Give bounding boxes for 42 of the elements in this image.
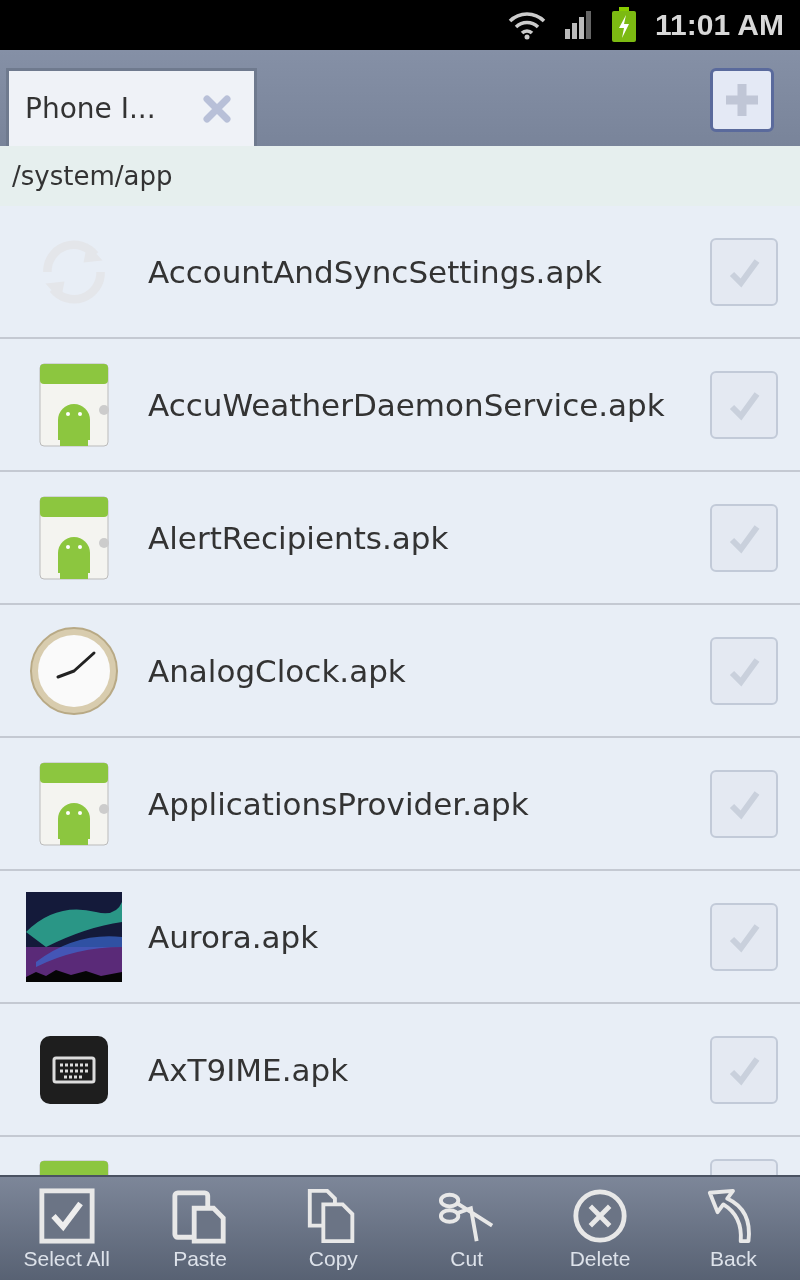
checkbox[interactable] (710, 503, 778, 572)
checkbox[interactable] (710, 636, 778, 705)
android-app-icon (38, 760, 110, 847)
checkbox[interactable] (710, 370, 778, 439)
clock-icon (28, 624, 120, 717)
file-name: AccuWeatherDaemonService.apk (148, 386, 666, 423)
checkbox-icon (37, 1187, 96, 1245)
android-app-icon (38, 494, 110, 581)
toolbar-button[interactable]: Cut (400, 1177, 534, 1280)
toolbar-button[interactable]: Copy (266, 1177, 400, 1280)
signal-icon (565, 11, 594, 39)
toolbar-button[interactable]: Select All (0, 1177, 134, 1280)
keyboard-icon (38, 1033, 110, 1106)
file-name: AnalogClock.apk (148, 652, 407, 689)
file-row[interactable]: ApplicationsProvider.apk (0, 738, 800, 871)
file-name: AlertRecipients.apk (148, 519, 450, 556)
close-icon[interactable] (202, 93, 232, 124)
file-row[interactable]: AccountAndSyncSettings.apk (0, 206, 800, 339)
android-app-icon (38, 361, 110, 448)
toolbar-button[interactable]: Paste (133, 1177, 267, 1280)
file-name: Aurora.apk (148, 918, 320, 955)
file-row[interactable]: AxT9IME.apk (0, 1004, 800, 1137)
file-row[interactable]: AlertRecipients.apk (0, 472, 800, 605)
file-name: AccountAndSyncSettings.apk (148, 253, 604, 290)
file-row[interactable]: AnalogClock.apk (0, 605, 800, 738)
file-name: AxT9IME.apk (148, 1051, 350, 1088)
wifi-icon (507, 10, 548, 40)
checkbox[interactable] (710, 237, 778, 306)
file-row[interactable]: Aurora.apk (0, 871, 800, 1004)
checkbox[interactable] (710, 1035, 778, 1104)
paste-icon (171, 1187, 229, 1245)
folder-path: /system/app (12, 161, 173, 191)
checkbox[interactable] (710, 902, 778, 971)
toolbar-button[interactable]: Back (666, 1177, 800, 1280)
toolbar-button[interactable]: Delete (533, 1177, 667, 1280)
file-row[interactable]: AccuWeatherDaemonService.apk (0, 339, 800, 472)
checkbox[interactable] (710, 769, 778, 838)
file-name: ApplicationsProvider.apk (148, 785, 530, 822)
clock-time: 11:01 AM (655, 8, 784, 42)
tab[interactable]: Phone I... (6, 68, 257, 146)
delete-icon (570, 1187, 629, 1245)
add-tab-button[interactable] (710, 68, 774, 132)
